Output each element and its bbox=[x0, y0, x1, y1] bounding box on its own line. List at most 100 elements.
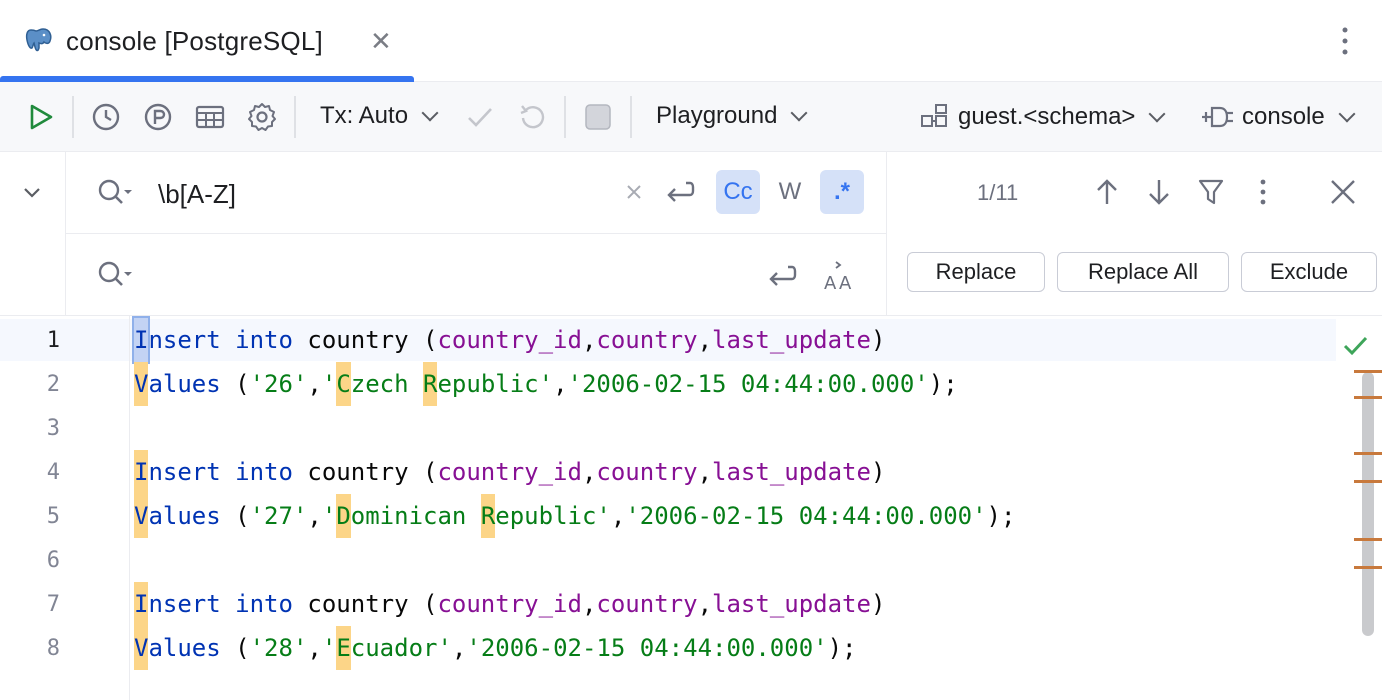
filter-button[interactable] bbox=[1193, 174, 1229, 210]
match-marker[interactable] bbox=[1354, 452, 1382, 455]
code-token: '26' bbox=[249, 370, 308, 398]
session-label: console bbox=[1242, 103, 1325, 130]
postgresql-elephant-icon bbox=[24, 26, 54, 56]
code-editor[interactable]: 12345678 Insert into country (country_id… bbox=[0, 316, 1382, 700]
playground-dropdown[interactable]: Playground bbox=[656, 102, 808, 130]
more-find-options-button[interactable] bbox=[1245, 174, 1281, 210]
replace-new-line-button[interactable] bbox=[760, 254, 804, 298]
no-problems-check-icon[interactable] bbox=[1340, 330, 1370, 360]
code-token: , bbox=[451, 634, 467, 662]
newline-icon bbox=[667, 181, 695, 202]
code-token: ); bbox=[827, 634, 857, 662]
replace-button[interactable]: Replace bbox=[907, 252, 1045, 292]
line-number: 4 bbox=[46, 460, 60, 485]
exclude-button[interactable]: Exclude bbox=[1241, 252, 1377, 292]
search-history-button[interactable] bbox=[96, 176, 136, 210]
code-token: ' bbox=[321, 502, 337, 530]
transaction-mode-dropdown[interactable]: Tx: Auto bbox=[320, 102, 439, 130]
run-button[interactable] bbox=[22, 99, 58, 135]
replace-all-button[interactable]: Replace All bbox=[1057, 252, 1229, 292]
code-token: alues bbox=[148, 634, 221, 662]
code-token: alues bbox=[148, 502, 221, 530]
code-token: nsert bbox=[148, 590, 221, 618]
code-line[interactable]: Values ('28','Ecuador','2006-02-15 04:44… bbox=[134, 626, 857, 670]
code-line[interactable]: Insert into country (country_id,country,… bbox=[131, 316, 885, 364]
search-input[interactable] bbox=[158, 174, 598, 214]
svg-text:A: A bbox=[839, 273, 852, 293]
match-case-toggle[interactable]: Cc bbox=[716, 170, 760, 214]
words-toggle[interactable]: W bbox=[768, 170, 812, 214]
line-number: 3 bbox=[46, 416, 60, 441]
match-marker[interactable] bbox=[1354, 538, 1382, 541]
search-match: V bbox=[134, 626, 149, 670]
vertical-scrollbar[interactable] bbox=[1362, 372, 1374, 636]
new-line-button[interactable] bbox=[658, 170, 702, 214]
code-token: , bbox=[697, 326, 713, 354]
console-toolbar: Tx: Auto Playground guest.<schema> conso… bbox=[0, 82, 1382, 152]
code-token: ); bbox=[986, 502, 1016, 530]
match-marker[interactable] bbox=[1354, 566, 1382, 569]
preserve-case-toggle[interactable]: AA bbox=[818, 254, 862, 298]
match-case-label: Cc bbox=[723, 178, 753, 205]
match-marker[interactable] bbox=[1354, 370, 1382, 373]
previous-occurrence-button[interactable] bbox=[1089, 174, 1125, 210]
search-icon bbox=[98, 179, 132, 204]
match-marker[interactable] bbox=[1354, 396, 1382, 399]
code-token: cuador' bbox=[350, 634, 452, 662]
search-match: R bbox=[423, 362, 438, 406]
code-token: nsert bbox=[148, 326, 221, 354]
search-match: I bbox=[134, 450, 149, 494]
more-options-icon[interactable] bbox=[1330, 24, 1360, 58]
playground-label: Playground bbox=[656, 102, 778, 129]
more-vertical-icon bbox=[1260, 179, 1266, 205]
code-token: country_id bbox=[437, 458, 582, 486]
tab-title: console [PostgreSQL] bbox=[66, 26, 323, 56]
tab-console[interactable]: console [PostgreSQL] ✕ bbox=[0, 0, 414, 82]
find-replace-panel: Cc W .* AA 1/11 bbox=[0, 152, 1382, 316]
close-icon[interactable]: ✕ bbox=[370, 26, 392, 57]
line-number: 6 bbox=[46, 548, 60, 573]
code-line[interactable]: Values ('26','Czech Republic','2006-02-1… bbox=[134, 362, 958, 406]
code-token: into bbox=[235, 458, 293, 486]
rollback-icon bbox=[520, 105, 545, 129]
regex-label: .* bbox=[833, 178, 850, 205]
code-token: , bbox=[307, 634, 322, 662]
commit-icon bbox=[468, 108, 492, 127]
rollback-button[interactable] bbox=[514, 99, 550, 135]
line-number: 5 bbox=[46, 504, 60, 529]
next-occurrence-button[interactable] bbox=[1141, 174, 1177, 210]
transaction-mode-label: Tx: Auto bbox=[320, 102, 409, 129]
settings-button[interactable] bbox=[244, 99, 280, 135]
search-match: E bbox=[336, 626, 351, 670]
replace-history-button[interactable] bbox=[96, 258, 136, 292]
code-token: last_update bbox=[712, 590, 871, 618]
collapse-replace-toggle[interactable] bbox=[22, 182, 42, 202]
replace-row: AA bbox=[66, 234, 886, 316]
match-marker[interactable] bbox=[1354, 480, 1382, 483]
code-line[interactable]: Insert into country (country_id,country,… bbox=[134, 450, 885, 494]
code-token: country bbox=[596, 590, 698, 618]
replace-input[interactable] bbox=[158, 256, 598, 296]
stop-button[interactable] bbox=[580, 99, 616, 135]
parameters-button[interactable] bbox=[140, 99, 176, 135]
code-token: , bbox=[610, 502, 626, 530]
code-token: country ( bbox=[292, 458, 438, 486]
history-button[interactable] bbox=[88, 99, 124, 135]
line-number: 8 bbox=[46, 636, 60, 661]
session-dropdown[interactable]: console bbox=[1200, 102, 1356, 132]
close-find-button[interactable] bbox=[1325, 174, 1361, 210]
search-match: I bbox=[134, 582, 149, 626]
commit-button[interactable] bbox=[462, 99, 498, 135]
schema-dropdown[interactable]: guest.<schema> bbox=[920, 102, 1166, 132]
code-token: country_id bbox=[437, 326, 582, 354]
code-line[interactable]: Values ('27','Dominican Republic','2006-… bbox=[134, 494, 1015, 538]
chevron-down-icon bbox=[24, 188, 40, 198]
clear-search-button[interactable] bbox=[616, 170, 652, 214]
regex-toggle[interactable]: .* bbox=[820, 170, 864, 214]
code-line[interactable]: Insert into country (country_id,country,… bbox=[134, 582, 885, 626]
line-number: 2 bbox=[46, 372, 60, 397]
code-token: country bbox=[596, 326, 698, 354]
toolbar-separator bbox=[72, 96, 74, 138]
table-view-button[interactable] bbox=[192, 99, 228, 135]
svg-text:A: A bbox=[824, 273, 837, 293]
